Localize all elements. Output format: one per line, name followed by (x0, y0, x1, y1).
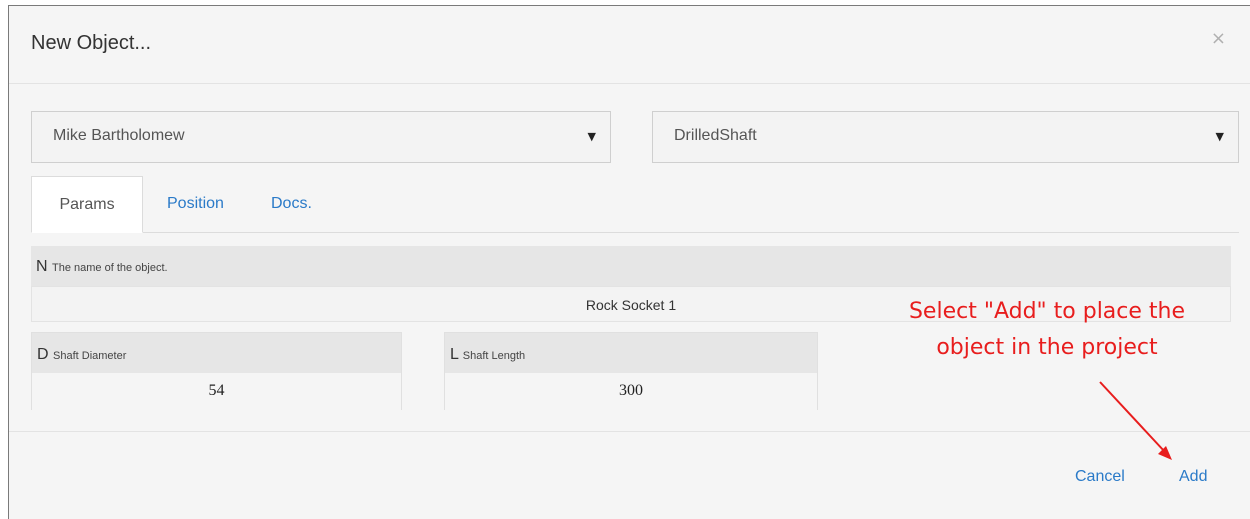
annotation-line-2: object in the project (936, 335, 1158, 360)
object-type-select-value: DrilledShaft (674, 127, 757, 144)
param-length-label: L Shaft Length (445, 333, 817, 373)
param-diameter-code: D (37, 346, 49, 363)
dialog-header: New Object... × (9, 6, 1250, 84)
annotation-line-1: Select "Add" to place the (908, 299, 1186, 324)
param-length-code: L (450, 346, 459, 363)
diameter-field[interactable]: 54 (32, 373, 401, 410)
cancel-button[interactable]: Cancel (1075, 468, 1125, 486)
length-field[interactable]: 300 (445, 373, 817, 410)
tab-params[interactable]: Params (31, 176, 143, 233)
new-object-dialog: New Object... × Mike Bartholomew ▼ Drill… (8, 5, 1250, 519)
tab-docs[interactable]: Docs. (271, 176, 312, 233)
dialog-title: New Object... (31, 32, 152, 54)
owner-select[interactable]: Mike Bartholomew ▼ (31, 111, 611, 163)
owner-select-value: Mike Bartholomew (53, 127, 185, 144)
footer-divider (9, 431, 1250, 432)
close-icon[interactable]: × (1211, 28, 1226, 49)
chevron-down-icon: ▼ (1215, 130, 1224, 143)
param-diameter: D Shaft Diameter 54 (31, 332, 402, 410)
annotation-callout: Select "Add" to place the object in the … (857, 294, 1237, 366)
param-length: L Shaft Length 300 (444, 332, 818, 410)
param-name-code: N (36, 258, 48, 275)
add-button[interactable]: Add (1179, 468, 1207, 486)
tab-position[interactable]: Position (167, 176, 224, 233)
param-diameter-desc: Shaft Diameter (53, 350, 127, 362)
param-diameter-label: D Shaft Diameter (32, 333, 401, 373)
param-name-label: N The name of the object. (31, 246, 1231, 286)
param-name-desc: The name of the object. (52, 262, 168, 274)
chevron-down-icon: ▼ (587, 130, 596, 143)
object-type-select[interactable]: DrilledShaft ▼ (652, 111, 1239, 163)
param-length-desc: Shaft Length (462, 350, 526, 362)
